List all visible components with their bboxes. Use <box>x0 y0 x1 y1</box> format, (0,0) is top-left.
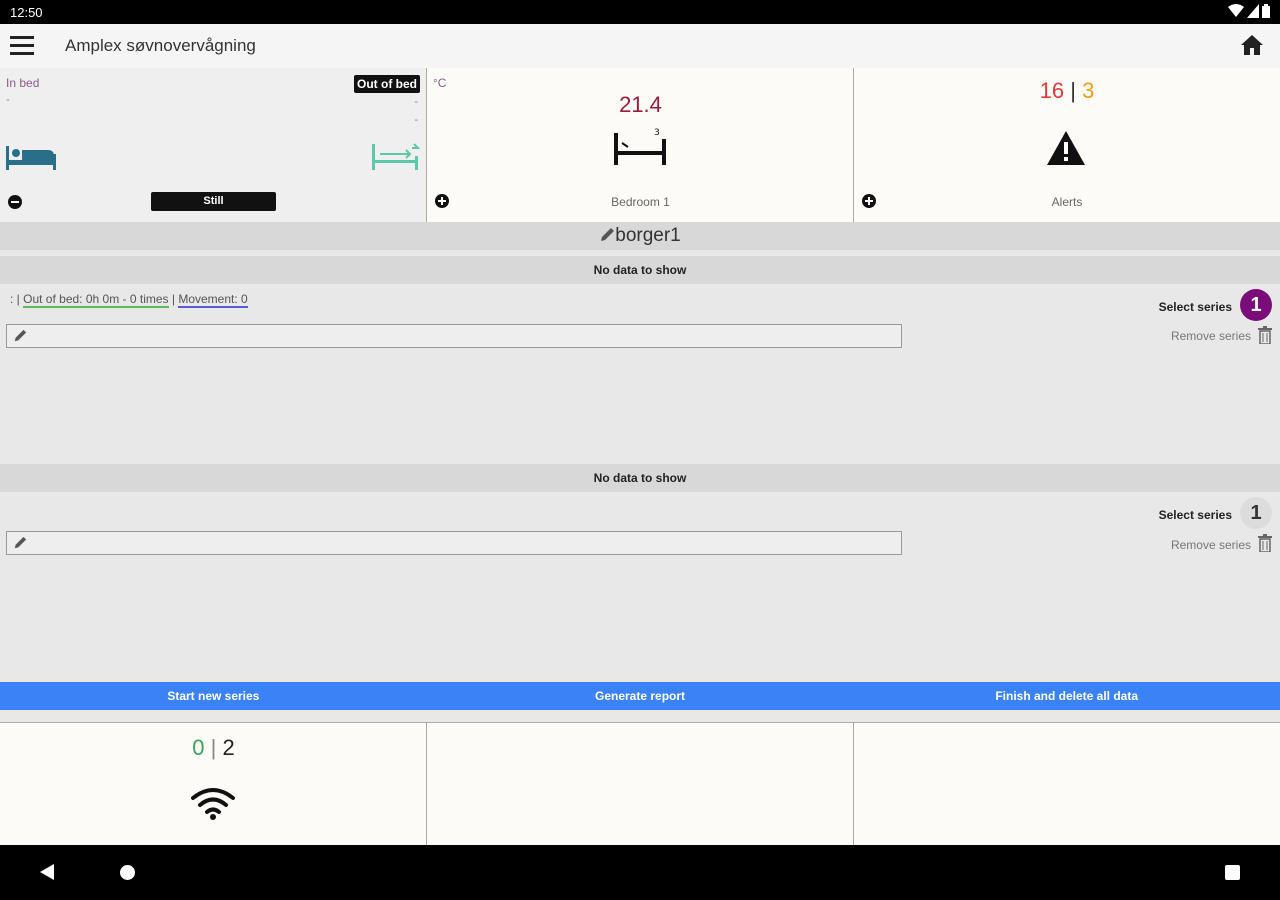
status-bar: 12:50 <box>0 0 1280 24</box>
status-icons <box>1228 4 1270 18</box>
app-title: Amplex søvnovervågning <box>65 36 256 55</box>
bottom-tiles: 0 | 2 <box>0 722 1280 846</box>
out-of-bed-value: - <box>414 96 418 108</box>
start-new-series-button[interactable]: Start new series <box>0 682 427 710</box>
series-stats: : | Out of bed: 0h 0m - 0 times | Moveme… <box>10 292 248 308</box>
pencil-icon <box>601 228 615 241</box>
finish-delete-button[interactable]: Finish and delete all data <box>853 682 1280 710</box>
user-name: borger1 <box>615 225 681 246</box>
alerts-label: Alerts <box>1051 195 1083 209</box>
remove-series-button[interactable]: Remove series <box>1171 329 1251 343</box>
back-icon[interactable] <box>40 864 54 880</box>
motion-state-badge: Still <box>151 192 276 211</box>
series-name-input[interactable] <box>6 531 902 555</box>
collapse-icon[interactable] <box>8 195 22 209</box>
recents-icon[interactable] <box>1225 865 1240 880</box>
in-bed-value: - <box>6 94 10 106</box>
user-name-bar[interactable]: borger1 <box>0 222 1280 250</box>
action-bar: Start new series Generate report Finish … <box>0 682 1280 710</box>
hamburger-menu-icon[interactable] <box>10 36 34 56</box>
pencil-icon <box>14 329 27 342</box>
series-panel: : | Out of bed: 0h 0m - 0 times | Moveme… <box>0 284 1280 464</box>
in-bed-icon <box>6 146 56 170</box>
pencil-icon <box>14 536 27 549</box>
wifi-tile[interactable]: 0 | 2 <box>0 723 427 846</box>
wifi-separator: | <box>210 735 217 760</box>
movement-stat: Movement: 0 <box>178 292 248 308</box>
home-icon[interactable] <box>1240 34 1264 56</box>
system-nav-bar <box>0 845 1280 900</box>
generate-report-button[interactable]: Generate report <box>427 682 854 710</box>
stats-prefix: : | <box>10 292 24 306</box>
series-name-input[interactable] <box>6 324 902 348</box>
series-badge[interactable]: 1 <box>1240 497 1272 529</box>
remove-series-button[interactable]: Remove series <box>1171 538 1251 552</box>
empty-tile <box>427 723 854 846</box>
in-bed-label: In bed <box>6 76 40 90</box>
wifi-count-b: 2 <box>222 735 235 760</box>
app-bar: Amplex søvnovervågning <box>0 24 1280 68</box>
room-label: Bedroom 1 <box>611 195 670 209</box>
select-series-label[interactable]: Select series <box>1159 300 1232 314</box>
wifi-icon <box>191 788 235 820</box>
out-of-bed-icon <box>372 143 420 170</box>
wifi-counts: 0 | 2 <box>0 735 427 761</box>
out-of-bed-stat: Out of bed: 0h 0m - 0 times <box>23 292 169 308</box>
out-of-bed-value-2: - <box>414 114 418 126</box>
empty-tile <box>854 723 1280 846</box>
battery-icon <box>1262 4 1270 18</box>
no-data-header: No data to show <box>0 464 1280 492</box>
alerts-tile[interactable]: 16 | 3 Alerts <box>854 68 1280 222</box>
bed-status-tile[interactable]: In bed - Out of bed - - Still <box>0 68 427 222</box>
alerts-count-b: 3 <box>1082 78 1095 103</box>
select-series-label[interactable]: Select series <box>1159 508 1232 522</box>
temperature-value: 21.4 <box>619 92 662 117</box>
bedroom-bed-icon: 3 <box>614 128 666 165</box>
temperature-tile[interactable]: °C 21.4 3 Bedroom 1 <box>427 68 854 222</box>
svg-text:3: 3 <box>654 128 660 138</box>
temperature-unit: °C <box>433 76 447 90</box>
top-tiles: In bed - Out of bed - - Still °C 21.4 3 … <box>0 68 1280 222</box>
out-of-bed-label: Out of bed <box>354 75 420 93</box>
trash-icon[interactable] <box>1258 326 1272 344</box>
alerts-counts: 16 | 3 <box>854 78 1280 104</box>
alerts-separator: | <box>1070 78 1076 103</box>
trash-icon[interactable] <box>1258 534 1272 552</box>
status-time: 12:50 <box>10 5 43 20</box>
alerts-count-a: 16 <box>1039 78 1065 103</box>
wifi-status-icon <box>1228 4 1244 17</box>
signal-icon <box>1247 4 1259 18</box>
stats-separator: | <box>168 292 179 306</box>
no-data-header: No data to show <box>0 256 1280 284</box>
warning-icon <box>1047 131 1085 165</box>
home-button-icon[interactable] <box>120 865 135 880</box>
series-badge[interactable]: 1 <box>1240 289 1272 321</box>
wifi-count-a: 0 <box>192 735 205 760</box>
series-panel: Select series 1 Remove series <box>0 492 1280 682</box>
